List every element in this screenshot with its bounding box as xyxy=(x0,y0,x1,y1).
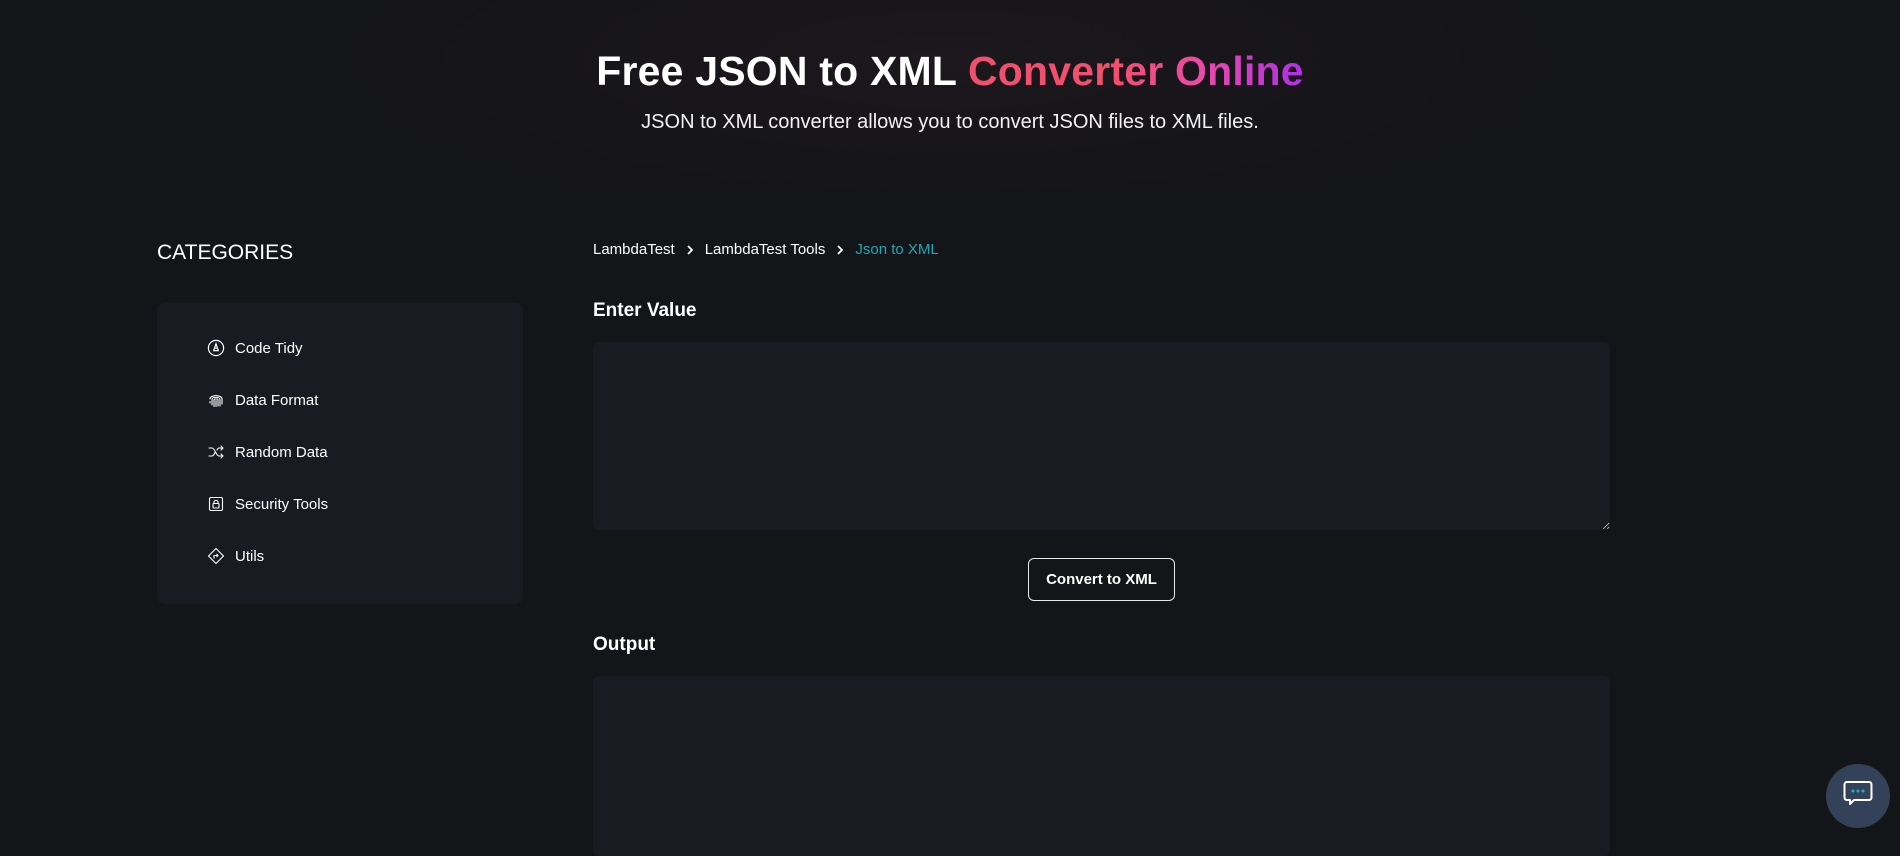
page-title-accent: Converter Online xyxy=(967,48,1304,94)
sidebar-item-label: Security Tools xyxy=(235,495,329,513)
sidebar-item-label: Utils xyxy=(235,547,265,565)
sidebar-item-random-data[interactable]: Random Data xyxy=(207,440,328,464)
page-subtitle: JSON to XML converter allows you to conv… xyxy=(641,111,1259,133)
breadcrumb: LambdaTest LambdaTest Tools Json to XML xyxy=(593,241,939,258)
json-input[interactable] xyxy=(593,342,1610,530)
code-tidy-icon xyxy=(207,339,225,357)
sidebar-item-security-tools[interactable]: Security Tools xyxy=(207,492,328,516)
direction-sign-icon xyxy=(207,547,225,565)
sidebar-item-label: Random Data xyxy=(235,443,328,461)
xml-output[interactable] xyxy=(593,676,1610,856)
sidebar-item-utils[interactable]: Utils xyxy=(207,544,264,568)
chat-bubble-icon xyxy=(1842,779,1874,814)
chevron-right-icon xyxy=(835,244,845,256)
sidebar-item-label: Data Format xyxy=(235,391,319,409)
page-title-plain: Free JSON to XML xyxy=(596,48,968,94)
output-label: Output xyxy=(593,634,656,655)
convert-to-xml-button[interactable]: Convert to XML xyxy=(1028,558,1175,601)
chat-button[interactable] xyxy=(1826,764,1890,828)
categories-panel: Code Tidy Data Format Random Data Securi… xyxy=(157,303,523,604)
sidebar-item-data-format[interactable]: Data Format xyxy=(207,388,318,412)
categories-heading: CATEGORIES xyxy=(157,241,294,264)
fingerprint-icon xyxy=(207,391,225,409)
sidebar-item-label: Code Tidy xyxy=(235,339,303,357)
shuffle-icon xyxy=(207,443,225,461)
breadcrumb-current: Json to XML xyxy=(855,241,939,258)
breadcrumb-item-lambdatest-tools[interactable]: LambdaTest Tools xyxy=(705,241,826,258)
breadcrumb-item-lambdatest[interactable]: LambdaTest xyxy=(593,241,675,258)
input-label: Enter Value xyxy=(593,300,697,321)
sidebar-item-code-tidy[interactable]: Code Tidy xyxy=(207,336,303,360)
chevron-right-icon xyxy=(685,244,695,256)
lock-icon xyxy=(207,495,225,513)
page-title: Free JSON to XML Converter Online xyxy=(0,48,1900,95)
hero-section: Free JSON to XML Converter Online JSON t… xyxy=(0,0,1900,200)
